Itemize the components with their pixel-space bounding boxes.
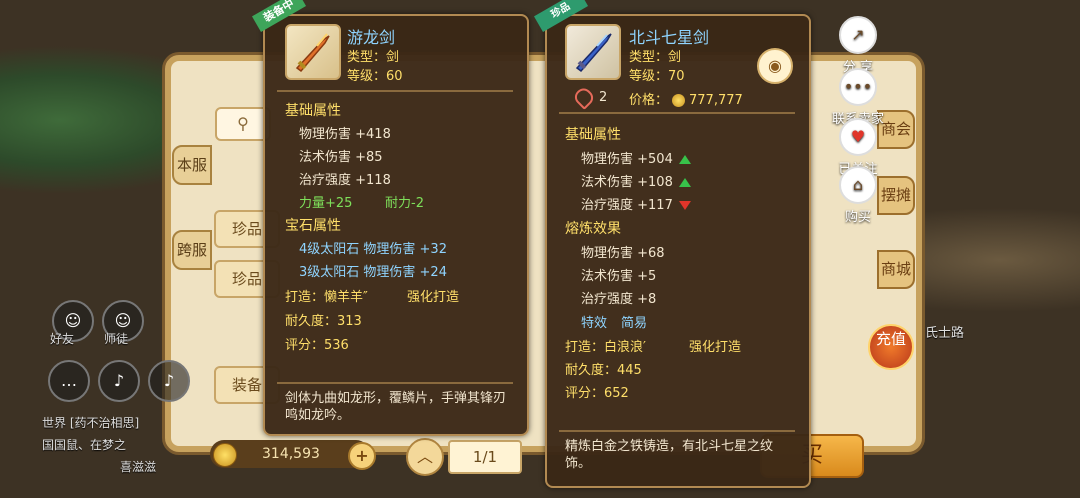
forge-by: 打造：白浪浪′ — [565, 340, 646, 355]
sword-icon — [285, 24, 341, 80]
price: 价格： 777,777 — [629, 89, 743, 108]
stat-text: 治疗强度 +117 — [581, 198, 673, 213]
refine-stat: 物理伤害 +68 — [581, 246, 665, 261]
arrow-up-icon — [678, 155, 691, 164]
divider — [277, 90, 513, 92]
cart-icon: ⌂ — [839, 166, 877, 204]
special-effect-value: 简易 — [621, 316, 648, 331]
divider — [277, 382, 513, 384]
item-level: 等级：70 — [629, 69, 685, 84]
search-icon: ⚲ — [237, 114, 249, 133]
durability: 耐久度：313 — [285, 314, 362, 329]
special-effect-label: 特效 — [581, 316, 608, 331]
refine-stat: 治疗强度 +8 — [581, 292, 657, 307]
score: 评分：652 — [565, 386, 629, 401]
item-name: 北斗七星剑 — [629, 28, 710, 47]
gem-stat: 3级太阳石 物理伤害 +24 — [299, 265, 447, 280]
voice-icon[interactable]: ♪ — [98, 360, 140, 402]
coin-icon — [672, 94, 686, 107]
refine-effects-header: 熔炼效果 — [565, 221, 621, 237]
arrow-down-icon — [678, 201, 691, 210]
tab-local-server[interactable]: 本服 — [172, 145, 212, 185]
item-type: 类型：剑 — [629, 50, 682, 65]
arrow-up-icon — [678, 178, 691, 187]
add-coins-button[interactable]: + — [348, 442, 376, 470]
item-level: 等级：60 — [347, 69, 403, 84]
base-stat: 物理伤害 +504 — [581, 148, 691, 167]
chat-bubble-icon: ••• — [839, 68, 877, 106]
stat-text: 物理伤害 +504 — [581, 152, 673, 167]
like-count: 2 — [599, 90, 608, 105]
sword-icon — [565, 24, 621, 80]
base-attributes-header: 基础属性 — [285, 103, 341, 119]
base-attributes-header: 基础属性 — [565, 127, 621, 143]
price-value: 777,777 — [689, 93, 743, 108]
gem-stat: 4级太阳石 物理伤害 +32 — [299, 242, 447, 257]
gem-attributes-header: 宝石属性 — [285, 218, 341, 234]
base-stat: 治疗强度 +118 — [299, 173, 391, 188]
base-stat: 治疗强度 +117 — [581, 194, 691, 213]
tab-mall[interactable]: 商城 — [877, 250, 915, 289]
buy-button[interactable]: ⌂ 购买 — [827, 166, 889, 225]
price-label: 价格： — [629, 93, 669, 108]
refine-stat: 法术伤害 +5 — [581, 269, 657, 284]
npc-name: 氏士路 — [925, 326, 965, 341]
chevron-up-icon: ︿ — [416, 447, 433, 466]
divider — [559, 112, 795, 114]
item-name: 游龙剑 — [347, 28, 396, 47]
eye-icon[interactable]: ◉ — [757, 48, 793, 84]
base-stat: 法术伤害 +108 — [581, 171, 691, 190]
item-description: 剑体九曲如龙形，覆鳞片，手弹其锋刃鸣如龙吟。 — [285, 391, 507, 423]
chat-line: 喜滋滋 — [120, 460, 157, 474]
master-label: 师徒 — [104, 332, 129, 346]
equipped-item-tooltip: 装备中 游龙剑 类型：剑 等级：60 基础属性 物理伤害 +418 法术伤害 +… — [252, 0, 529, 436]
friend-label: 好友 — [50, 332, 75, 346]
item-type: 类型：剑 — [347, 50, 400, 65]
chat-icon[interactable]: … — [48, 360, 90, 402]
page-up-button[interactable]: ︿ — [406, 438, 444, 476]
durability: 耐久度：445 — [565, 363, 642, 378]
forge-by: 打造：懒羊羊″ — [285, 290, 368, 305]
stat-text: 法术伤害 +108 — [581, 175, 673, 190]
page-indicator: 1/1 — [448, 440, 522, 474]
heart-icon: ♥ — [839, 118, 877, 156]
tab-cross-server[interactable]: 跨服 — [172, 230, 212, 270]
base-stat: 法术伤害 +85 — [299, 150, 383, 165]
bonus-stat: 耐力-2 — [385, 196, 424, 211]
listing-item-tooltip: 珍品 北斗七星剑 类型：剑 等级：70 ◉ 2 价格： 777,777 基础属性 … — [534, 0, 811, 488]
share-icon: ↗ — [839, 16, 877, 54]
score: 评分：536 — [285, 338, 349, 353]
bonus-stat: 力量+25 — [299, 196, 353, 211]
forge-type: 强化打造 — [407, 290, 460, 305]
item-description: 精炼白金之铁铸造，有北斗七星之纹饰。 — [565, 439, 774, 471]
recharge-button[interactable]: 充值 — [868, 324, 914, 370]
buy-label: 购买 — [844, 210, 871, 225]
divider — [559, 430, 795, 432]
coin-icon — [213, 443, 237, 467]
likes: 2 — [571, 85, 608, 110]
heart-icon — [571, 85, 597, 110]
share-button[interactable]: ↗ 分 享 — [827, 16, 889, 75]
forge-type: 强化打造 — [689, 340, 742, 355]
base-stat: 物理伤害 +418 — [299, 127, 391, 142]
chat-line: 国国鼠、在梦之 — [42, 438, 127, 452]
voice-icon[interactable]: ♪ — [148, 360, 190, 402]
chat-line: 世界 [药不治相思] — [42, 416, 140, 430]
